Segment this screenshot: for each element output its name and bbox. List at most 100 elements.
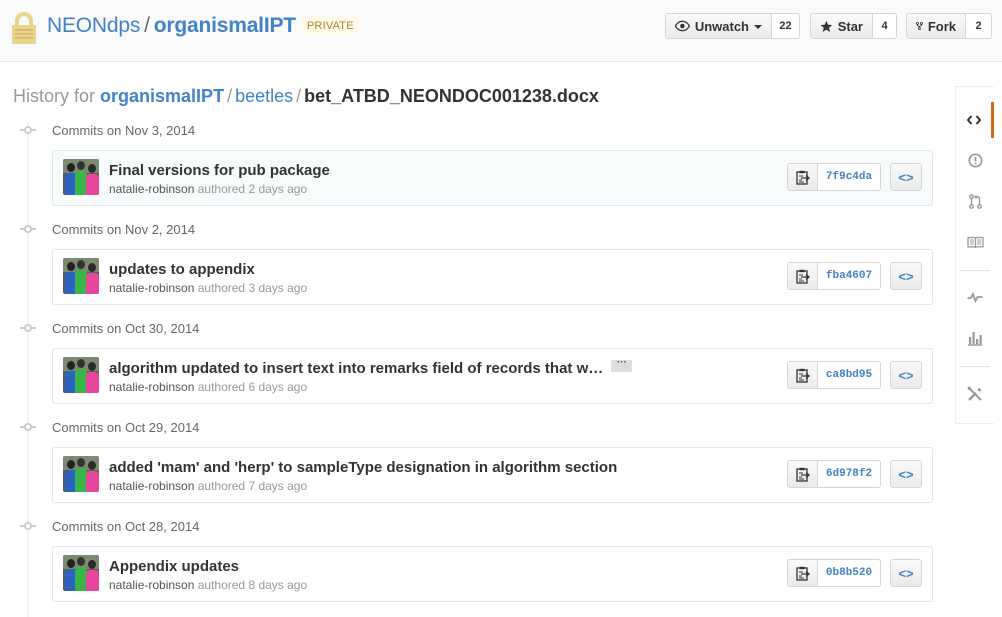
commit-meta: natalie-robinson authored 6 days ago — [109, 380, 307, 394]
sha-control: 0b8b520 — [787, 559, 881, 587]
commit-message-link[interactable]: Final versions for pub package — [109, 161, 330, 181]
git-commit-icon — [20, 420, 36, 434]
commit-meta: natalie-robinson authored 2 days ago — [109, 182, 307, 196]
sha-control: 6d978f2 — [787, 460, 881, 488]
watch-control: Unwatch 22 — [665, 13, 800, 39]
commit-date: Commits on Oct 28, 2014 — [52, 518, 200, 534]
commit-date: Commits on Nov 3, 2014 — [52, 122, 196, 138]
repo-owner-link[interactable]: NEONdps — [47, 14, 140, 37]
commit-authored-time: authored 8 days ago — [197, 578, 308, 592]
copy-sha-button[interactable] — [787, 163, 818, 191]
watchers-count[interactable]: 22 — [772, 13, 800, 39]
browse-code-button[interactable]: <> — [890, 163, 922, 191]
commit-authored-time: authored 6 days ago — [197, 380, 308, 394]
copy-sha-button[interactable] — [787, 559, 818, 587]
commit-group-heading: Commits on Nov 2, 2014 — [20, 220, 195, 238]
commit-message-text[interactable]: algorithm updated to insert text into re… — [109, 360, 603, 377]
commit-authored-time: authored 2 days ago — [197, 182, 308, 196]
code-icon: <> — [898, 268, 914, 284]
commit-row: Final versions for pub package natalie-r… — [52, 150, 933, 206]
stargazers-count[interactable]: 4 — [873, 13, 897, 39]
star-button[interactable]: Star — [810, 13, 873, 39]
commit-author-link[interactable]: natalie-robinson — [109, 479, 194, 493]
breadcrumb-separator: / — [296, 86, 302, 106]
avatar[interactable] — [63, 258, 99, 294]
browse-code-button[interactable]: <> — [890, 361, 922, 389]
commit-date: Commits on Nov 2, 2014 — [52, 221, 196, 237]
commit-meta: natalie-robinson authored 7 days ago — [109, 479, 307, 493]
clipboard-icon — [795, 467, 810, 482]
issue-icon — [967, 152, 983, 168]
commit-meta: natalie-robinson authored 8 days ago — [109, 578, 307, 592]
commit-row: algorithm updated to insert text into re… — [52, 348, 933, 404]
sha-control: ca8bd95 — [787, 361, 881, 389]
browse-code-button[interactable]: <> — [890, 460, 922, 488]
sidenav-pulse[interactable] — [956, 279, 994, 315]
fork-control: Fork 2 — [906, 13, 992, 39]
commit-message-link[interactable]: algorithm updated to insert text into re… — [109, 358, 633, 379]
commit-sha-link[interactable]: fba4607 — [818, 262, 881, 290]
browse-code-button[interactable]: <> — [890, 262, 922, 290]
sidenav-pull-requests[interactable] — [956, 183, 994, 219]
avatar[interactable] — [63, 456, 99, 492]
breadcrumb-folder-link[interactable]: beetles — [235, 86, 293, 106]
git-commit-icon — [20, 519, 36, 533]
git-commit-icon — [20, 222, 36, 236]
history-breadcrumb: History for organismalIPT / beetles / bet_AT… — [13, 84, 599, 108]
forks-count[interactable]: 2 — [966, 13, 992, 39]
commit-author-link[interactable]: natalie-robinson — [109, 578, 194, 592]
commit-author-link[interactable]: natalie-robinson — [109, 281, 194, 295]
eye-icon — [675, 20, 690, 32]
timeline-line — [27, 122, 29, 617]
sidenav-divider — [960, 270, 990, 271]
unwatch-label: Unwatch — [694, 18, 749, 34]
copy-sha-button[interactable] — [787, 262, 818, 290]
sidenav-graphs[interactable] — [956, 320, 994, 356]
wiki-book-icon — [966, 236, 984, 248]
commit-group-heading: Commits on Oct 28, 2014 — [20, 517, 199, 535]
code-icon: <> — [898, 169, 914, 185]
browse-code-button[interactable]: <> — [890, 559, 922, 587]
code-icon: <> — [898, 565, 914, 581]
clipboard-icon — [795, 170, 810, 185]
commit-authored-time: authored 3 days ago — [197, 281, 308, 295]
commit-group-heading: Commits on Oct 30, 2014 — [20, 319, 199, 337]
breadcrumb-file-name: bet_ATBD_NEONDOC001238.docx — [304, 86, 599, 106]
sidenav-issues[interactable] — [956, 142, 994, 178]
history-prefix: History for — [13, 86, 96, 106]
commit-message-link[interactable]: updates to appendix — [109, 260, 255, 280]
unwatch-button[interactable]: Unwatch — [665, 13, 772, 39]
clipboard-icon — [795, 269, 810, 284]
copy-sha-button[interactable] — [787, 460, 818, 488]
commit-author-link[interactable]: natalie-robinson — [109, 182, 194, 196]
fork-label: Fork — [927, 18, 956, 34]
pull-request-icon — [968, 193, 982, 209]
commit-row: Appendix updates natalie-robinson author… — [52, 546, 933, 602]
star-label: Star — [837, 18, 863, 34]
sidenav-code[interactable] — [956, 102, 994, 138]
breadcrumb-separator: / — [227, 86, 233, 106]
commit-author-link[interactable]: natalie-robinson — [109, 380, 194, 394]
graph-icon — [968, 331, 982, 346]
copy-sha-button[interactable] — [787, 361, 818, 389]
avatar[interactable] — [63, 357, 99, 393]
avatar[interactable] — [63, 159, 99, 195]
commit-sha-link[interactable]: 6d978f2 — [818, 460, 881, 488]
avatar[interactable] — [63, 555, 99, 591]
repo-name-link[interactable]: organismalIPT — [154, 14, 296, 37]
commit-sha-link[interactable]: 7f9c4da — [818, 163, 881, 191]
sidenav-settings[interactable] — [956, 376, 994, 412]
sidenav-wiki[interactable] — [956, 224, 994, 260]
commit-sha-link[interactable]: ca8bd95 — [818, 361, 881, 389]
commit-sha-link[interactable]: 0b8b520 — [818, 559, 881, 587]
chevron-down-icon — [754, 24, 762, 29]
repo-sidenav — [955, 86, 994, 424]
clipboard-icon — [795, 566, 810, 581]
settings-tools-icon — [967, 386, 982, 401]
fork-button[interactable]: Fork — [906, 13, 966, 39]
expand-message-button[interactable]: ··· — [611, 358, 633, 373]
commit-message-link[interactable]: Appendix updates — [109, 557, 239, 577]
breadcrumb-repo-link[interactable]: organismalIPT — [100, 86, 224, 106]
commit-message-link[interactable]: added 'mam' and 'herp' to sampleType des… — [109, 458, 617, 478]
commit-row: updates to appendix natalie-robinson aut… — [52, 249, 933, 305]
